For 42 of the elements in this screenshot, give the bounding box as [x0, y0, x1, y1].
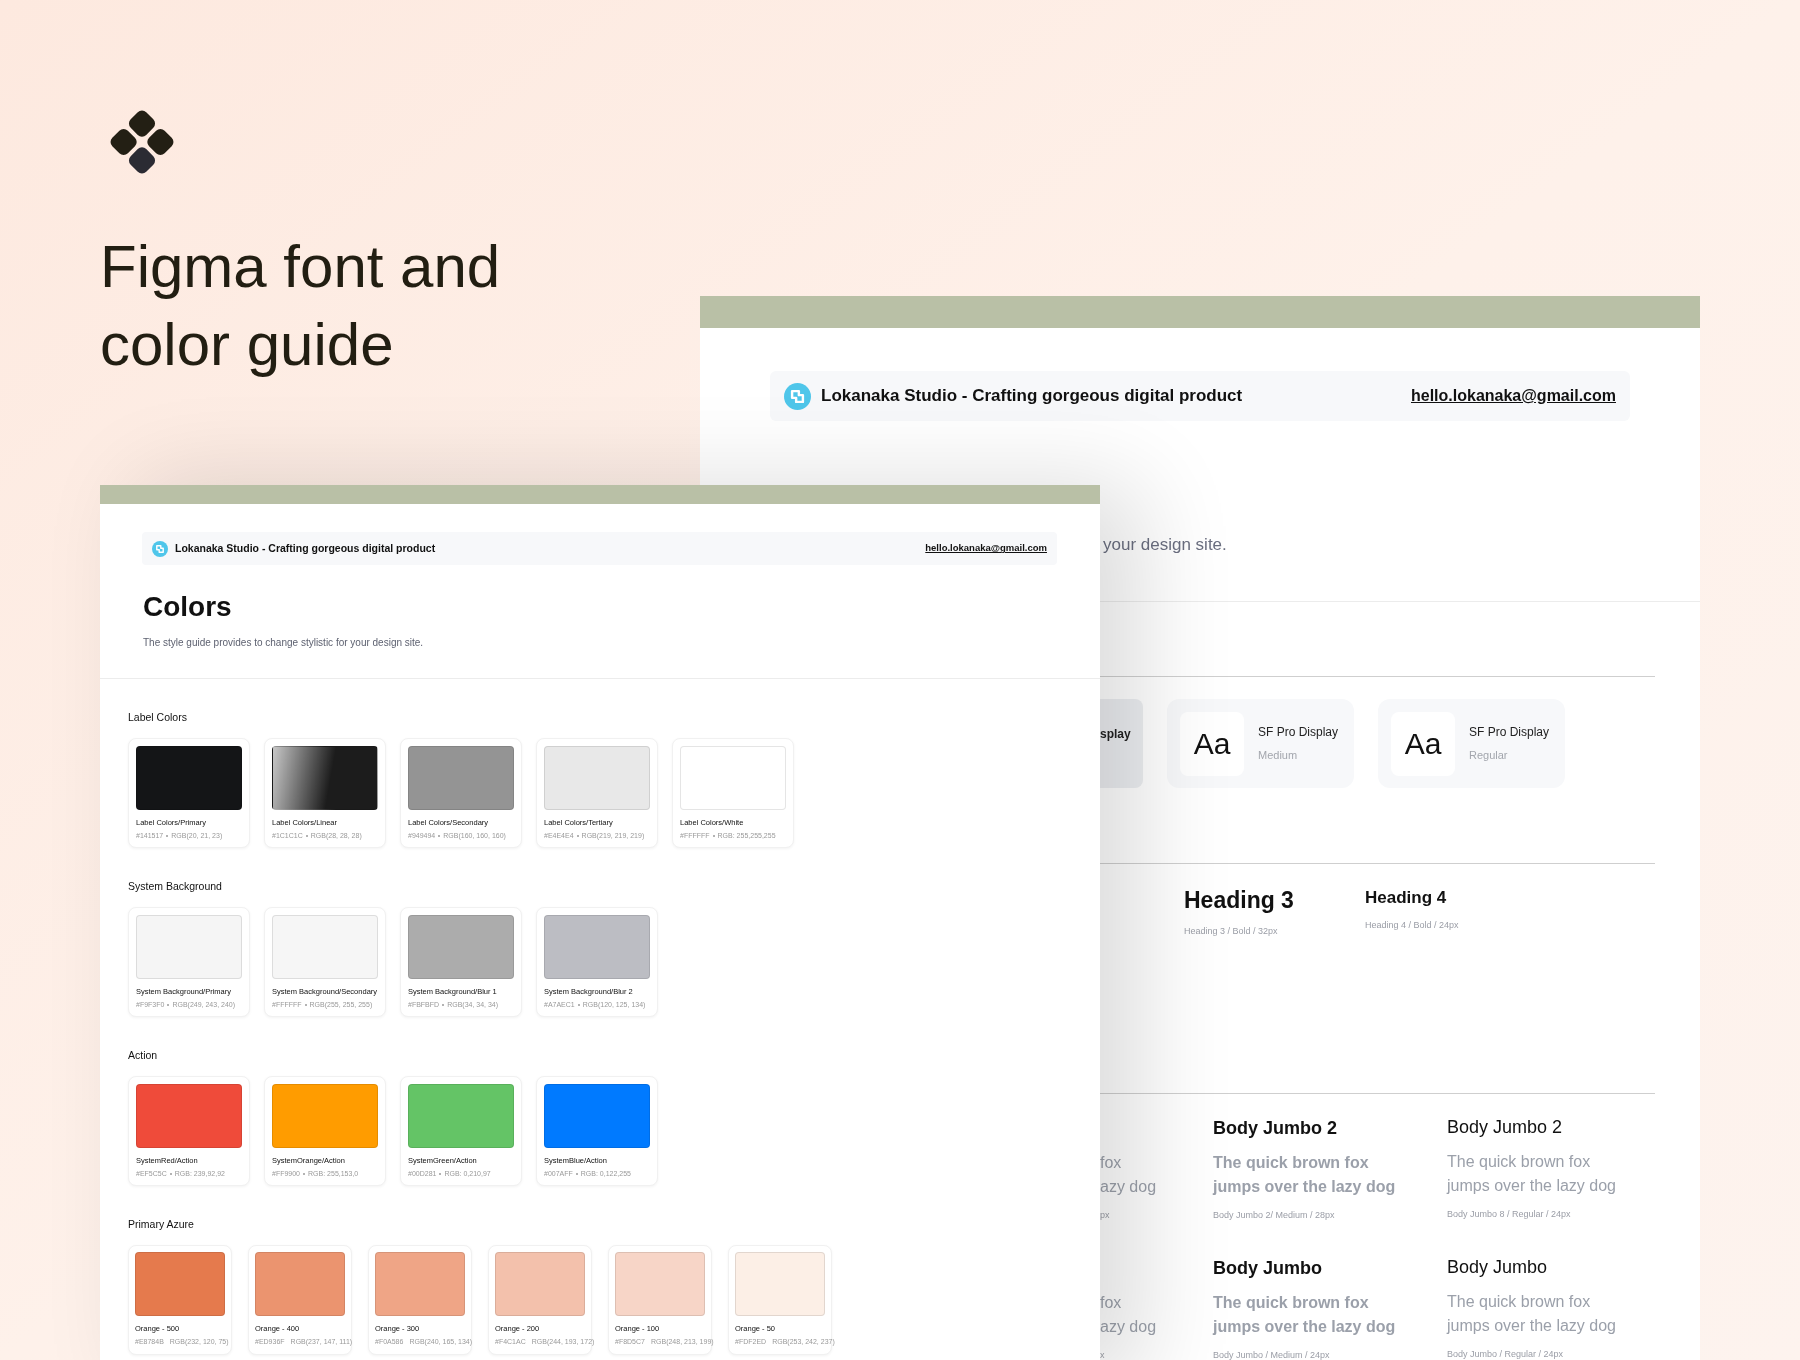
style-spec: Body Jumbo 8 / Regular / 24px	[1447, 1208, 1572, 1221]
studio-logo-icon	[152, 540, 168, 557]
body-style-title: Body Jumbo 2	[1447, 1116, 1564, 1139]
body-style-title: Body Jumbo	[1213, 1257, 1323, 1280]
font-sample: Aa	[1180, 711, 1244, 776]
page-description: The style guide provides to change stylistic for your design site.	[143, 636, 425, 650]
section-title: System Background	[128, 879, 223, 893]
font-name: SF Pro Display	[1469, 724, 1550, 742]
email-link[interactable]: hello.lokanaka@gmail.com	[925, 541, 1047, 556]
studio-logo-icon	[784, 382, 811, 410]
sample-text: The quick brown fox jumps over the lazy dog	[1213, 1153, 1397, 1197]
studio-title: Lokanaka Studio - Crafting gorgeous digital product	[821, 385, 1243, 408]
style-spec: x	[1100, 1349, 1106, 1360]
sample-text: fox azy dog	[1100, 1153, 1158, 1197]
style-spec: Body Jumbo / Regular / 24px	[1447, 1348, 1565, 1360]
font-name: splay	[1100, 725, 1131, 743]
sample-text: The quick brown fox jumps over the lazy dog	[1213, 1293, 1397, 1337]
style-spec: Heading 4 / Bold / 24px	[1365, 919, 1460, 932]
section-title: Primary Azure	[128, 1217, 195, 1231]
font-sample: Aa	[1391, 711, 1455, 776]
section-title: Label Colors	[128, 710, 188, 724]
style-spec: Heading 3 / Bold / 32px	[1184, 925, 1279, 938]
hero-title: Figma font and	[100, 232, 501, 302]
heading-sample: Heading 4	[1365, 887, 1448, 909]
sample-text: The quick brown fox jumps over the lazy dog	[1447, 1292, 1617, 1336]
body-style-title: Body Jumbo 2	[1213, 1117, 1338, 1140]
sample-text: The quick brown fox jumps over the lazy dog	[1447, 1152, 1617, 1196]
email-link[interactable]: hello.lokanaka@gmail.com	[1411, 384, 1616, 408]
section-title: Action	[128, 1048, 159, 1062]
style-spec: Body Jumbo / Medium / 24px	[1213, 1349, 1331, 1360]
body-style-title: Body Jumbo	[1447, 1256, 1549, 1279]
page-subtitle: your design site.	[1103, 534, 1228, 556]
hero-title: color guide	[100, 310, 395, 380]
style-spec: Body Jumbo 2/ Medium / 28px	[1213, 1209, 1336, 1222]
font-weight-label: Regular	[1469, 748, 1509, 764]
page-title: Colors	[143, 590, 233, 624]
font-weight-label: Medium	[1258, 748, 1299, 764]
style-spec: px	[1100, 1209, 1111, 1222]
heading-sample: Heading 3	[1184, 886, 1295, 915]
font-name: SF Pro Display	[1258, 724, 1339, 742]
studio-title: Lokanaka Studio - Crafting gorgeous digital product	[175, 540, 436, 556]
sample-text: fox azy dog	[1100, 1293, 1158, 1337]
